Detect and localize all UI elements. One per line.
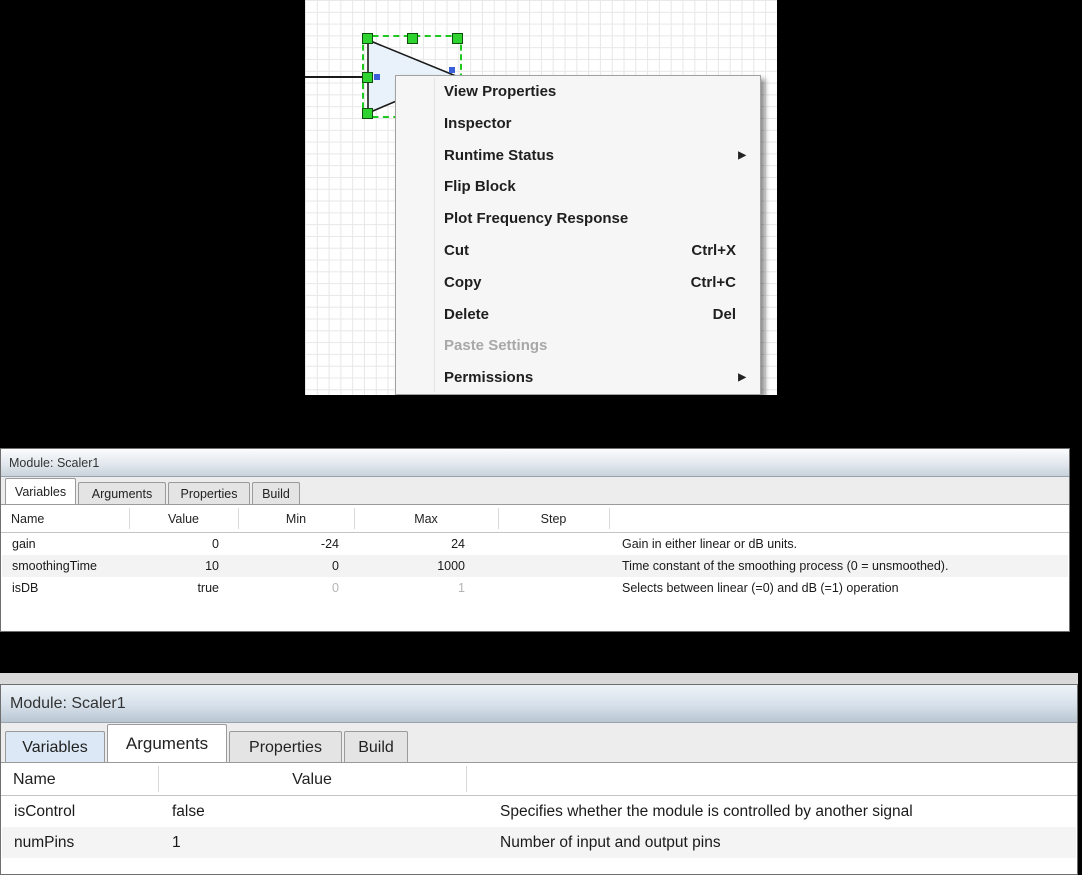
shortcut-label: Ctrl+C [691, 267, 736, 299]
cell-min: -24 [239, 533, 339, 555]
cell-value: true [130, 577, 219, 599]
cell-description: Gain in either linear or dB units. [622, 533, 797, 555]
selection-handle[interactable] [362, 72, 373, 83]
table-row[interactable]: gain 0 -24 24 Gain in either linear or d… [2, 533, 1068, 555]
table-header: Name Value Min Max Step [1, 505, 1069, 533]
menu-item-cut[interactable]: Cut Ctrl+X [396, 235, 760, 267]
tab-arguments[interactable]: Arguments [78, 482, 166, 504]
menu-item-paste-settings: Paste Settings [396, 330, 760, 362]
col-name: Name [11, 505, 44, 533]
table-row[interactable]: smoothingTime 10 0 1000 Time constant of… [2, 555, 1068, 577]
table-row[interactable]: isControl false Specifies whether the mo… [2, 796, 1076, 827]
panel-title: Module: Scaler1 [1, 449, 1069, 477]
cell-min: 0 [239, 555, 339, 577]
cell-description: Selects between linear (=0) and dB (=1) … [622, 577, 899, 599]
col-max: Max [354, 505, 498, 533]
shortcut-label: Del [713, 299, 736, 331]
menu-item-runtime-status[interactable]: Runtime Status ▶ [396, 140, 760, 172]
cell-value: 10 [130, 555, 219, 577]
panel-title: Module: Scaler1 [1, 685, 1077, 723]
menu-item-flip-block[interactable]: Flip Block [396, 171, 760, 203]
cell-name: gain [12, 533, 36, 555]
input-wire [305, 76, 365, 78]
tab-properties[interactable]: Properties [168, 482, 250, 504]
tab-arguments[interactable]: Arguments [107, 724, 227, 762]
cell-max: 1 [355, 577, 465, 599]
selection-handle[interactable] [362, 108, 373, 119]
cell-max: 1000 [355, 555, 465, 577]
shortcut-label: Ctrl+X [691, 235, 736, 267]
tab-build[interactable]: Build [252, 482, 300, 504]
screen: S [S ga smoothing i View Properties Insp… [0, 0, 1082, 875]
cell-description: Time constant of the smoothing process (… [622, 555, 948, 577]
col-name: Name [13, 763, 56, 796]
menu-item-copy[interactable]: Copy Ctrl+C [396, 267, 760, 299]
col-value: Value [158, 763, 466, 796]
output-pin-icon [449, 67, 455, 73]
col-step: Step [498, 505, 609, 533]
tab-build[interactable]: Build [344, 731, 408, 762]
tab-strip: Variables Arguments Properties Build [1, 723, 1077, 763]
cell-max: 24 [355, 533, 465, 555]
cell-name: numPins [14, 827, 74, 858]
selection-handle[interactable] [452, 33, 463, 44]
tab-strip: Variables Arguments Properties Build [1, 477, 1069, 505]
table-header: Name Value [1, 763, 1077, 796]
selection-handle[interactable] [407, 33, 418, 44]
menu-item-permissions[interactable]: Permissions ▶ [396, 362, 760, 394]
cell-name: isControl [14, 796, 75, 827]
input-pin-icon [374, 74, 380, 80]
module-arguments-panel: Module: Scaler1 Variables Arguments Prop… [0, 684, 1078, 875]
menu-item-view-properties[interactable]: View Properties [396, 76, 760, 108]
cell-value: false [172, 796, 205, 827]
tab-properties[interactable]: Properties [229, 731, 342, 762]
cell-name: isDB [12, 577, 38, 599]
col-min: Min [238, 505, 354, 533]
module-variables-panel: Module: Scaler1 Variables Arguments Prop… [0, 448, 1070, 632]
cell-min: 0 [239, 577, 339, 599]
menu-item-inspector[interactable]: Inspector [396, 108, 760, 140]
submenu-arrow-icon: ▶ [738, 140, 746, 172]
panel-top-strip [0, 673, 1078, 684]
cell-value: 1 [172, 827, 181, 858]
tab-variables[interactable]: Variables [5, 731, 105, 762]
menu-item-delete[interactable]: Delete Del [396, 299, 760, 331]
submenu-arrow-icon: ▶ [738, 362, 746, 394]
cell-description: Number of input and output pins [500, 827, 721, 858]
col-value: Value [129, 505, 238, 533]
menu-item-plot-frequency-response[interactable]: Plot Frequency Response [396, 203, 760, 235]
cell-description: Specifies whether the module is controll… [500, 796, 913, 827]
context-menu: View Properties Inspector Runtime Status… [395, 75, 761, 395]
table-row[interactable]: numPins 1 Number of input and output pin… [2, 827, 1076, 858]
table-row[interactable]: isDB true 0 1 Selects between linear (=0… [2, 577, 1068, 599]
cell-name: smoothingTime [12, 555, 97, 577]
selection-handle[interactable] [362, 33, 373, 44]
cell-value: 0 [130, 533, 219, 555]
tab-variables[interactable]: Variables [5, 478, 76, 504]
